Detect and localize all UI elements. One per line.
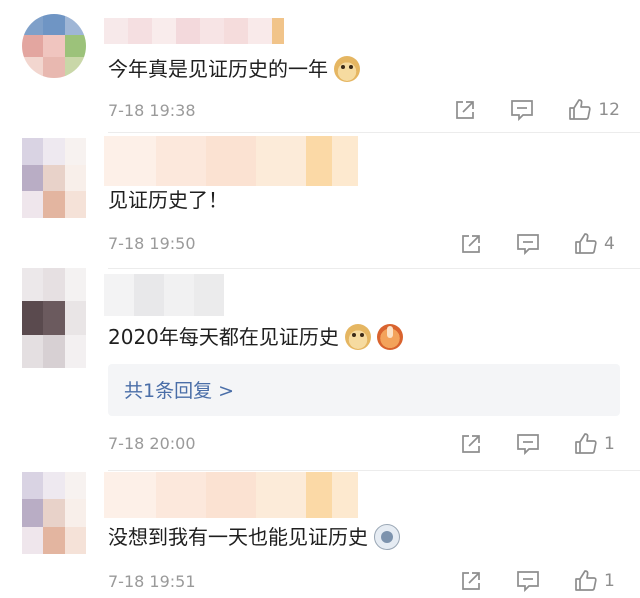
comment-time: 7-18 19:51 [108,572,196,591]
comment-item: 见证历史了！ 7-18 19:50 4 [0,132,640,264]
avatar[interactable] [22,268,86,368]
like-count: 12 [598,100,620,120]
share-button[interactable] [460,570,516,592]
view-replies-link[interactable]: 共1条回复 > [124,376,234,403]
like-button[interactable]: 1 [574,432,620,456]
comment-time: 7-18 19:50 [108,234,196,253]
share-icon [462,572,480,590]
avatar[interactable] [22,14,86,78]
thumbs-up-icon [575,233,597,254]
like-count: 4 [604,234,615,254]
like-button[interactable]: 4 [574,232,620,256]
username-redacted[interactable] [104,136,358,186]
comment-icon [511,100,534,121]
thumbs-up-icon [569,99,592,120]
doge-emoji [344,324,371,350]
comment-item: 2020年每天都在见证历史 共1条回复 > 7-18 20:00 1 [0,268,640,468]
robot-emoji [374,524,400,550]
doge-emoji [334,56,360,82]
thumbs-up-icon [575,433,597,454]
comment-time: 7-18 20:00 [108,434,196,453]
like-count: 1 [604,434,615,454]
comment-actions: 1 [460,569,620,593]
comment-button[interactable] [516,233,574,255]
praying-hands-emoji [376,324,403,350]
comment-time: 7-18 19:38 [108,101,196,120]
share-icon [462,435,480,453]
share-button[interactable] [460,233,516,255]
share-icon [456,101,475,119]
comment-icon [517,234,539,255]
comment-item: 今年真是见证历史的一年 7-18 19:38 12 [0,0,640,130]
username-redacted[interactable] [104,18,284,44]
avatar[interactable] [22,138,86,218]
comment-text: 见证历史了！ [108,188,228,212]
comment-actions: 1 [460,432,620,456]
like-button[interactable]: 12 [568,98,620,122]
reply-summary-box[interactable]: 共1条回复 > [108,364,620,416]
share-button[interactable] [454,99,510,121]
comment-actions: 12 [454,98,620,122]
username-redacted[interactable] [104,472,358,518]
share-icon [462,235,480,253]
comment-text: 今年真是见证历史的一年 [108,55,360,83]
username-redacted[interactable] [104,274,224,316]
comment-button[interactable] [510,99,568,121]
comment-icon [517,571,539,592]
like-button[interactable]: 1 [574,569,620,593]
comment-button[interactable] [516,433,574,455]
comment-button[interactable] [516,570,574,592]
comment-actions: 4 [460,232,620,256]
share-button[interactable] [460,433,516,455]
like-count: 1 [604,571,615,591]
comment-text: 2020年每天都在见证历史 [108,323,403,351]
thumbs-up-icon [575,570,597,591]
comment-item: 没想到我有一天也能见证历史 7-18 19:51 1 [0,470,640,598]
avatar[interactable] [22,472,86,554]
comment-text: 没想到我有一天也能见证历史 [108,523,400,551]
comment-icon [517,434,539,455]
